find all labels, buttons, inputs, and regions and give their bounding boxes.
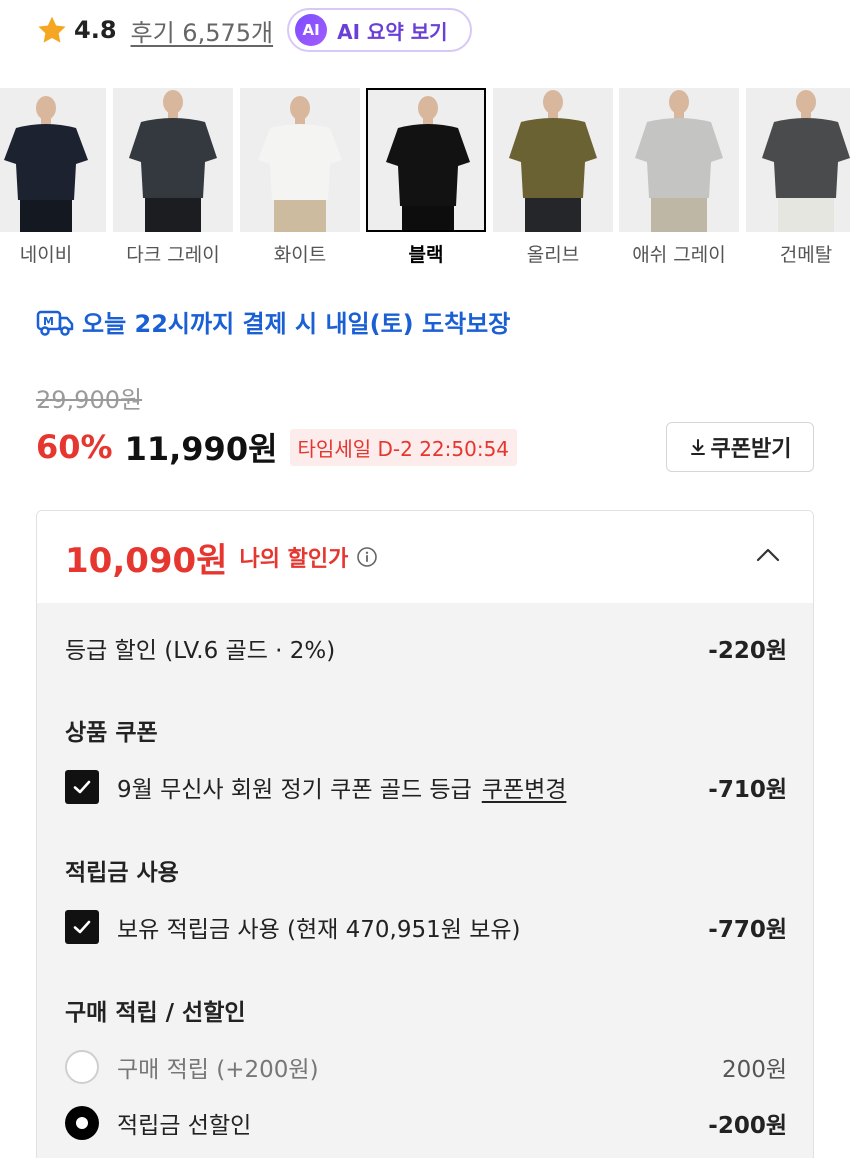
pants-shape	[274, 200, 326, 232]
prediscount-amount: -200원	[708, 1113, 787, 1139]
delivery-text: 오늘 22시까지 결제 시 내일(토) 도착보장	[82, 310, 511, 338]
points-row: 보유 적립금 사용 (현재 470,951원 보유) -770원	[65, 909, 787, 945]
product-coupon-title: 상품 쿠폰	[65, 720, 158, 746]
product-thumbnail	[240, 88, 360, 232]
purchase-reward-radio[interactable]	[65, 1050, 99, 1084]
pants-shape	[651, 198, 707, 232]
info-icon[interactable]	[356, 546, 378, 568]
color-name: 건메탈	[779, 244, 833, 266]
download-icon	[690, 439, 705, 455]
my-price: 10,090원	[65, 540, 228, 581]
ai-summary-button[interactable]: AI AI 요약 보기	[287, 8, 472, 52]
product-thumbnail	[366, 88, 486, 232]
purchase-reward-label: 구매 적립 (+200원)	[117, 1057, 319, 1083]
rating-row: 4.8 후기 6,575개 AI AI 요약 보기	[36, 8, 472, 52]
product-thumbnail	[619, 88, 739, 232]
points-usage-label: 보유 적립금 사용 (현재 470,951원 보유)	[117, 917, 521, 943]
my-price-label: 나의 할인가	[239, 547, 349, 572]
pants-shape	[778, 198, 834, 232]
price-row: 60% 11,990원 타임세일 D-2 22:50:54	[36, 426, 518, 468]
color-name: 블랙	[408, 244, 444, 266]
color-option[interactable]: 다크 그레이	[113, 88, 233, 272]
my-discount-header[interactable]: 10,090원 나의 할인가	[37, 511, 813, 603]
ai-summary-label: AI 요약 보기	[337, 19, 448, 44]
shirt-shape	[4, 124, 88, 200]
product-thumbnail	[113, 88, 233, 232]
star-icon	[38, 16, 66, 43]
ai-icon: AI	[295, 14, 328, 46]
color-name: 애쉬 그레이	[632, 244, 726, 266]
grade-discount-row: 등급 할인 (LV.6 골드 · 2%) -220원	[65, 631, 787, 665]
color-name: 다크 그레이	[126, 244, 220, 266]
shirt-shape	[129, 118, 217, 198]
color-option-selected[interactable]: 블랙	[366, 88, 486, 272]
coupon-amount: -710원	[708, 777, 787, 803]
pants-shape	[145, 198, 201, 232]
get-coupon-button[interactable]: 쿠폰받기	[666, 422, 814, 472]
timesale-badge: 타임세일 D-2 22:50:54	[289, 428, 518, 466]
review-count-link[interactable]: 후기 6,575개	[131, 13, 274, 48]
points-checkbox[interactable]	[65, 910, 99, 944]
my-discount-card: 10,090원 나의 할인가 등급 할인 (LV.6 골드 · 2%) -220…	[36, 510, 814, 1158]
sale-price: 11,990원	[124, 430, 278, 468]
color-option[interactable]: 애쉬 그레이	[619, 88, 739, 272]
color-name: 올리브	[526, 244, 580, 266]
points-title: 적립금 사용	[65, 860, 179, 886]
color-name: 화이트	[273, 244, 327, 266]
shirt-shape	[762, 118, 850, 198]
svg-text:M: M	[43, 315, 54, 328]
points-amount: -770원	[708, 917, 787, 943]
original-price: 29,900원	[36, 386, 143, 414]
check-icon	[73, 780, 91, 794]
purchase-reward-row: 구매 적립 (+200원) 200원	[65, 1049, 787, 1085]
coupon-name: 9월 무신사 회원 정기 쿠폰 골드 등급	[117, 777, 472, 803]
color-option[interactable]: 네이비	[0, 88, 106, 272]
reward-title: 구매 적립 / 선할인	[65, 1000, 246, 1026]
pants-shape	[402, 206, 454, 230]
grade-discount-label: 등급 할인 (LV.6 골드 · 2%)	[65, 638, 336, 664]
shirt-shape	[258, 124, 342, 200]
purchase-reward-amount: 200원	[721, 1057, 787, 1083]
pants-shape	[20, 200, 72, 232]
prediscount-radio[interactable]	[65, 1106, 99, 1140]
product-coupon-row: 9월 무신사 회원 정기 쿠폰 골드 등급 쿠폰변경 -710원	[65, 769, 787, 805]
change-coupon-link[interactable]: 쿠폰변경	[482, 770, 567, 804]
color-option[interactable]: 올리브	[493, 88, 613, 272]
product-thumbnail	[493, 88, 613, 232]
grade-discount-amount: -220원	[708, 638, 787, 664]
product-thumbnail	[746, 88, 850, 232]
shirt-shape	[509, 118, 597, 198]
pants-shape	[525, 198, 581, 232]
prediscount-row: 적립금 선할인 -200원	[65, 1105, 787, 1141]
delivery-truck-icon: M	[36, 310, 74, 336]
coupon-checkbox[interactable]	[65, 770, 99, 804]
color-option[interactable]: 화이트	[240, 88, 360, 272]
get-coupon-label: 쿠폰받기	[710, 437, 792, 462]
color-options: 네이비 다크 그레이 화이트 블랙 올리브 애쉬 그레이 건메탈	[0, 88, 850, 272]
prediscount-label: 적립금 선할인	[117, 1113, 252, 1139]
check-icon	[73, 920, 91, 934]
rating-score: 4.8	[74, 16, 117, 44]
color-name: 네이비	[19, 244, 73, 266]
product-thumbnail	[0, 88, 106, 232]
discount-rate: 60%	[36, 428, 113, 466]
shirt-shape	[386, 124, 470, 206]
chevron-up-icon[interactable]	[755, 545, 781, 563]
delivery-guarantee[interactable]: M 오늘 22시까지 결제 시 내일(토) 도착보장	[36, 304, 510, 339]
color-option[interactable]: 건메탈	[746, 88, 850, 272]
shirt-shape	[635, 118, 723, 198]
discount-breakdown: 등급 할인 (LV.6 골드 · 2%) -220원 상품 쿠폰 9월 무신사 …	[37, 603, 813, 1158]
